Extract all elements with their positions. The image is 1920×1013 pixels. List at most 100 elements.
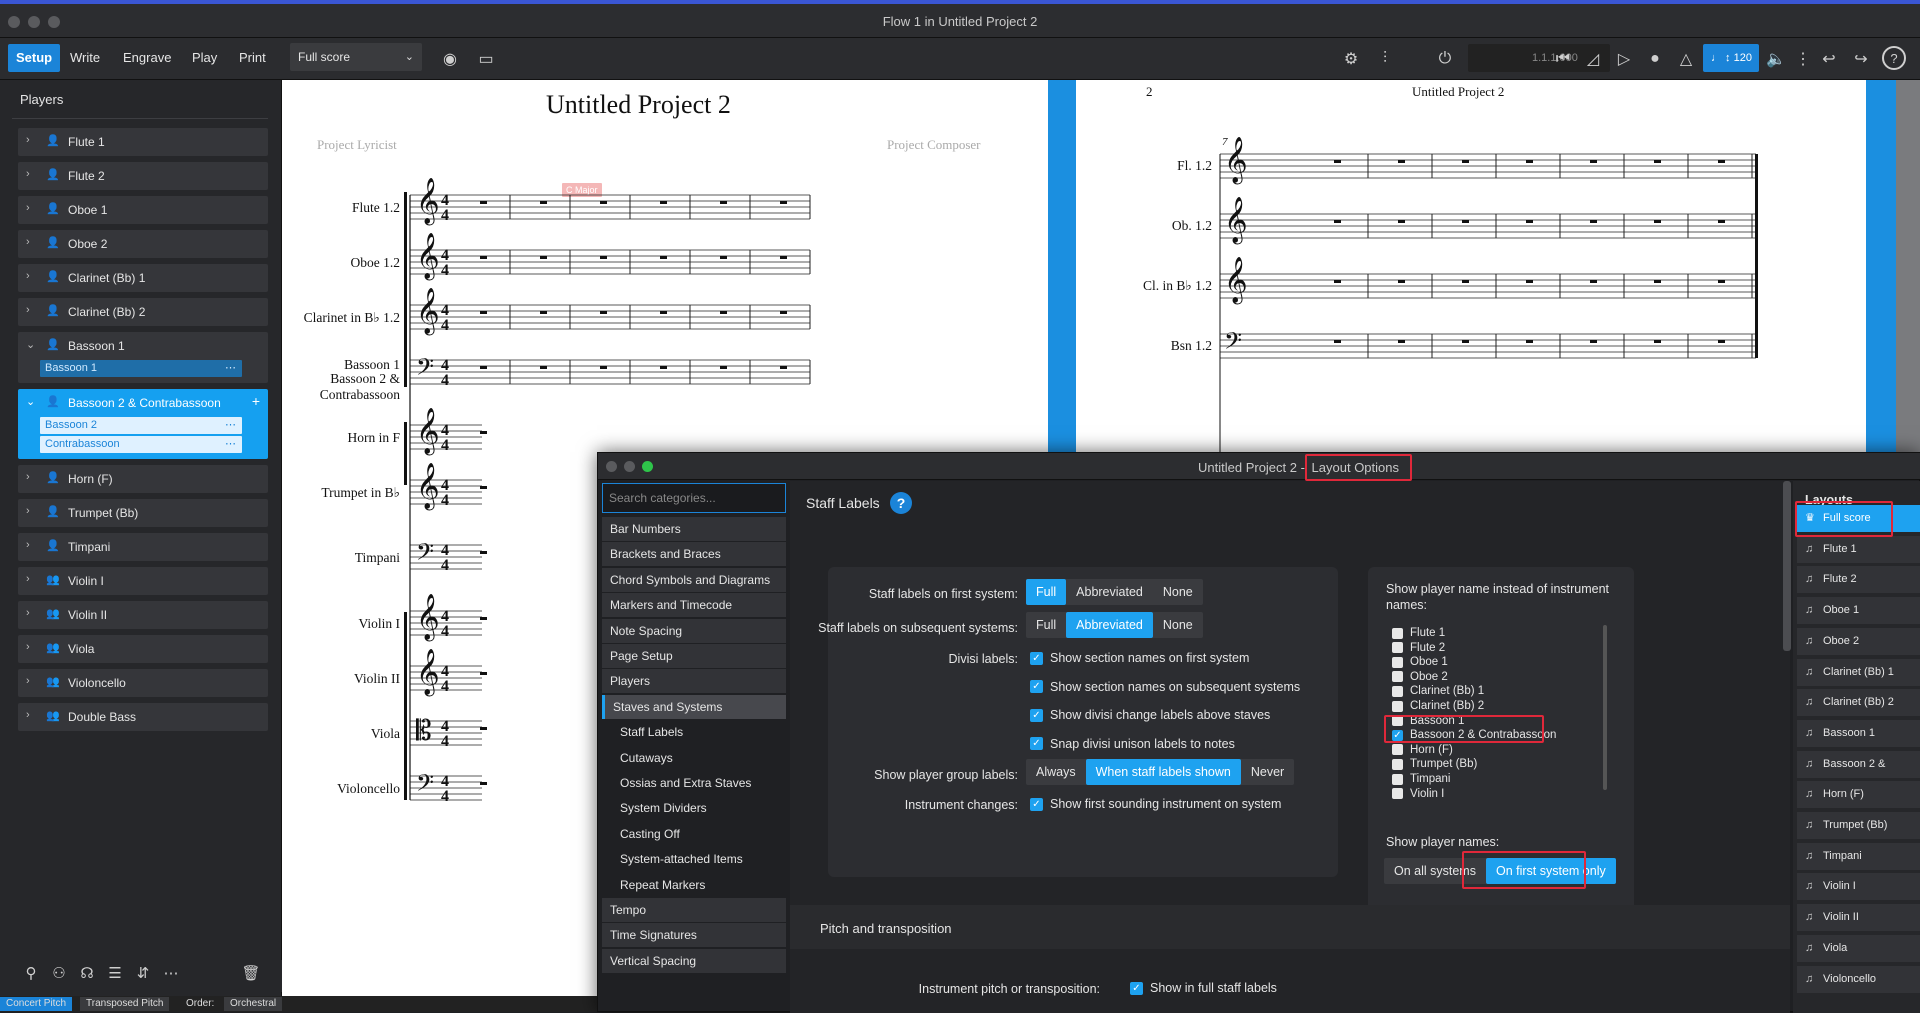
staff-label[interactable]: Viola [371, 726, 400, 742]
more-icon[interactable]: ⋮ [1790, 46, 1816, 72]
staff-label[interactable]: Trumpet in B♭ [321, 485, 400, 501]
category-item[interactable]: System-attached Items [602, 847, 786, 872]
whole-rest[interactable] [720, 366, 727, 369]
whole-rest[interactable] [1462, 160, 1469, 163]
instrument-chip[interactable]: Bassoon 2 ⋯ [40, 417, 242, 434]
whole-rest[interactable] [1590, 160, 1597, 163]
staff-label[interactable]: Timpani [355, 550, 400, 566]
whole-rest[interactable] [480, 311, 487, 314]
whole-rest[interactable] [1718, 340, 1725, 343]
player-row[interactable]: › 👤 Flute 2 [18, 162, 268, 190]
category-item[interactable]: Tempo [602, 898, 786, 922]
chevron-down-icon[interactable]: ⌄ [26, 395, 40, 408]
staff-label[interactable]: Horn in F [347, 430, 400, 446]
staff-label[interactable]: Ob. 1.2 [1172, 218, 1212, 234]
whole-rest[interactable] [1462, 220, 1469, 223]
power-icon[interactable]: ⏻ [1432, 46, 1458, 72]
whole-rest[interactable] [600, 256, 607, 259]
staff-label[interactable]: Clarinet in B♭ 1.2 [304, 310, 400, 326]
tempo-display[interactable]: ♩ ↕ 120 [1703, 44, 1759, 72]
instrument-chip[interactable]: Bassoon 1 ⋯ [40, 360, 242, 377]
whole-rest[interactable] [660, 256, 667, 259]
player-name-checkbox[interactable]: Violin I [1392, 788, 1444, 800]
staff-label[interactable]: Violin I [358, 616, 400, 632]
mode-play[interactable]: Play [184, 44, 225, 72]
player-row[interactable]: › 👤 Timpani [18, 533, 268, 561]
record-icon[interactable]: ● [1642, 46, 1668, 72]
layout-item[interactable]: ♫ Viola [1797, 934, 1920, 962]
layout-item[interactable]: ♫ Clarinet (Bb) 1 [1797, 658, 1920, 686]
whole-rest[interactable] [540, 311, 547, 314]
whole-rest[interactable] [1654, 340, 1661, 343]
mode-setup[interactable]: Setup [8, 44, 61, 72]
player-list-scrollbar[interactable] [1603, 625, 1607, 790]
chevron-right-icon[interactable]: › [26, 304, 40, 316]
chevron-right-icon[interactable]: › [26, 236, 40, 248]
layout-item[interactable]: ♫ Trumpet (Bb) [1797, 812, 1920, 839]
mode-print[interactable]: Print [231, 44, 274, 72]
whole-rest[interactable] [720, 201, 727, 204]
concert-pitch-toggle[interactable]: Concert Pitch [0, 997, 73, 1011]
segment-option[interactable]: None [1153, 579, 1203, 605]
layout-item[interactable]: ♫ Timpani [1797, 842, 1920, 870]
player-name-checkbox[interactable]: Flute 2 [1392, 642, 1445, 654]
click-icon[interactable]: △ [1673, 46, 1699, 72]
category-item[interactable]: Staves and Systems [602, 694, 786, 719]
whole-rest[interactable] [780, 201, 787, 204]
chevron-right-icon[interactable]: › [26, 539, 40, 551]
category-item[interactable]: Staff Labels [602, 720, 786, 745]
instrument-changes-checkbox[interactable]: ✓ Show first sounding instrument on syste… [1030, 797, 1281, 811]
chevron-down-icon[interactable]: ⌄ [26, 338, 40, 351]
whole-rest[interactable] [660, 201, 667, 204]
player-row[interactable]: › 👤 Horn (F) [18, 465, 268, 493]
divisi-checkbox[interactable]: ✓ Show section names on first system [1030, 651, 1249, 665]
player-row[interactable]: › 👥 Violin I [18, 567, 268, 595]
whole-rest[interactable] [1526, 220, 1533, 223]
whole-rest[interactable] [1526, 280, 1533, 283]
player-name-checkbox[interactable]: Clarinet (Bb) 1 [1392, 685, 1484, 697]
player-row[interactable]: › 👥 Viola [18, 635, 268, 663]
staff-label[interactable]: Cl. in B♭ 1.2 [1143, 278, 1212, 294]
window-icon[interactable]: ▭ [473, 46, 499, 72]
whole-rest[interactable] [1654, 160, 1661, 163]
whole-rest[interactable] [540, 366, 547, 369]
whole-rest[interactable] [720, 256, 727, 259]
staff-label[interactable]: Bassoon 2 & Contrabassoon [282, 371, 400, 403]
whole-rest[interactable] [480, 431, 487, 434]
undo-icon[interactable]: ↩ [1816, 46, 1842, 72]
dialog-close-button[interactable] [606, 461, 617, 472]
whole-rest[interactable] [1398, 280, 1405, 283]
dialog-minimize-button[interactable] [624, 461, 635, 472]
whole-rest[interactable] [1334, 340, 1341, 343]
whole-rest[interactable] [1334, 220, 1341, 223]
add-ensemble-icon[interactable]: ⚇ [48, 964, 70, 986]
add-player-icon[interactable]: ⚲ [20, 964, 42, 986]
whole-rest[interactable] [480, 727, 487, 730]
help-icon[interactable]: ? [890, 492, 912, 514]
chevron-right-icon[interactable]: › [26, 202, 40, 214]
eye-icon[interactable]: ◉ [437, 46, 463, 72]
sort-icon[interactable]: ⇵ [132, 964, 154, 986]
category-item[interactable]: Bar Numbers [602, 517, 786, 541]
options-scrollbar[interactable] [1783, 481, 1791, 651]
more-icon[interactable]: ⋯ [225, 360, 236, 377]
whole-rest[interactable] [540, 256, 547, 259]
whole-rest[interactable] [1462, 340, 1469, 343]
chevron-right-icon[interactable]: › [26, 573, 40, 585]
whole-rest[interactable] [1398, 220, 1405, 223]
whole-rest[interactable] [1398, 160, 1405, 163]
whole-rest[interactable] [720, 311, 727, 314]
whole-rest[interactable] [1590, 340, 1597, 343]
staff-label[interactable]: Flute 1.2 [352, 200, 400, 216]
player-name-checkbox[interactable]: Horn (F) [1392, 744, 1453, 756]
whole-rest[interactable] [480, 256, 487, 259]
layout-item[interactable]: ♫ Oboe 2 [1797, 627, 1920, 655]
category-item[interactable]: Players [602, 669, 786, 694]
category-item[interactable]: Repeat Markers [602, 872, 786, 897]
whole-rest[interactable] [600, 311, 607, 314]
whole-rest[interactable] [1334, 280, 1341, 283]
layout-item[interactable]: ♫ Clarinet (Bb) 2 [1797, 689, 1920, 717]
player-row[interactable]: › 👤 Clarinet (Bb) 1 [18, 264, 268, 292]
segment-option[interactable]: None [1153, 612, 1203, 638]
mixer-icon[interactable]: ⚙ [1338, 46, 1364, 72]
